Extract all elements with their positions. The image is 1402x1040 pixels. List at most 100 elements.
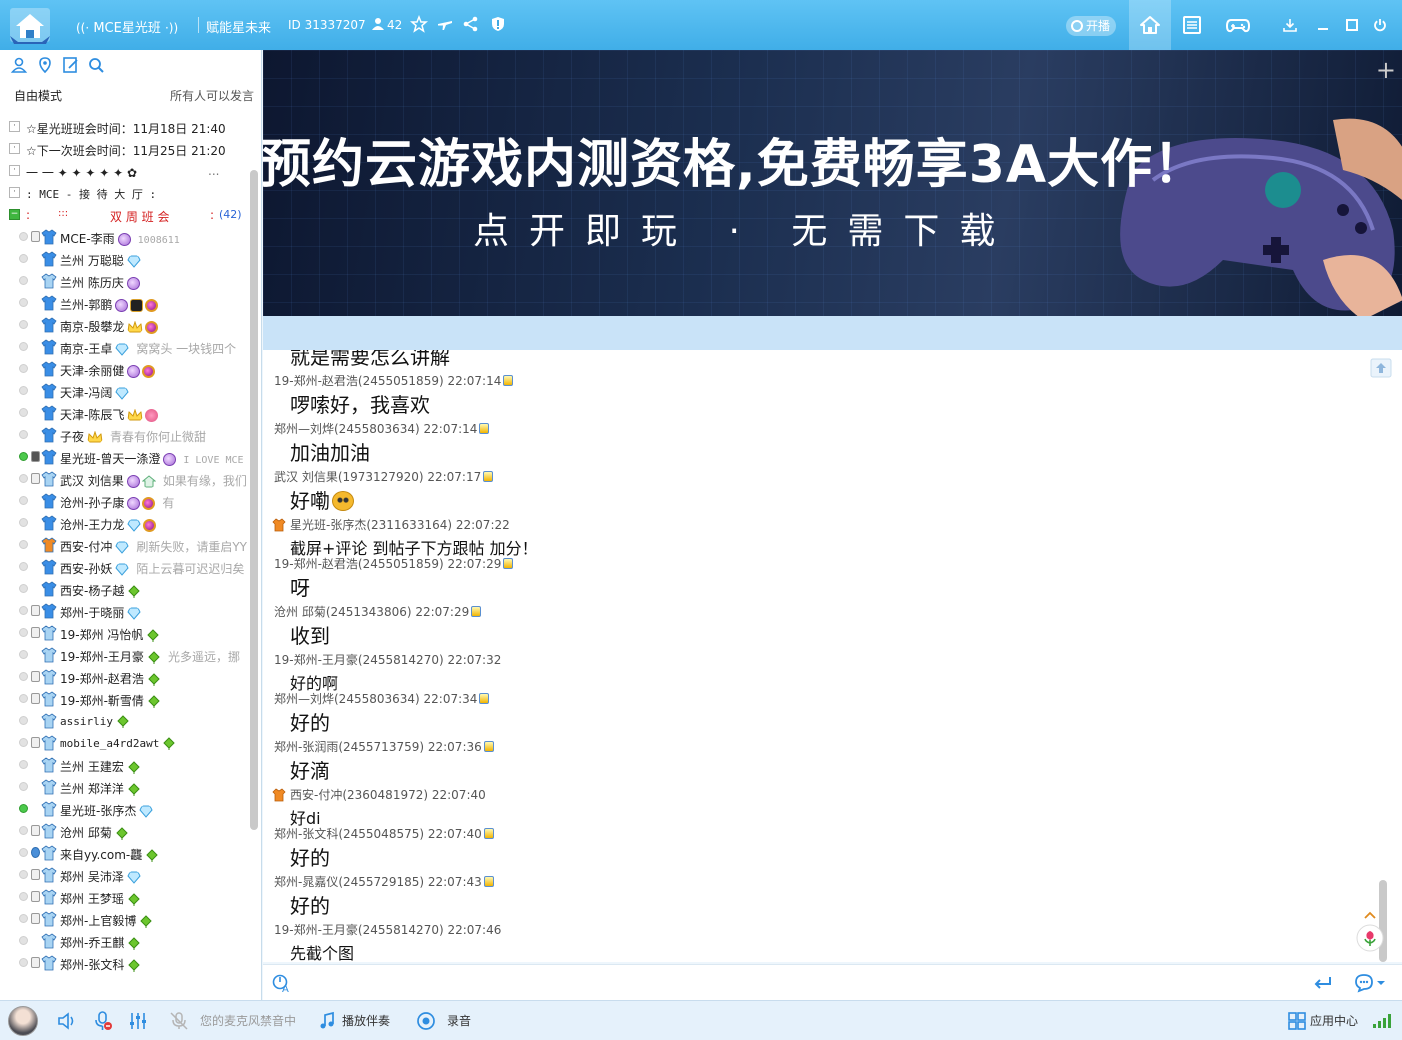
user-list-item[interactable]: 沧州 邱菊	[0, 820, 250, 842]
app-center-button[interactable]: 应用中心	[1310, 1012, 1358, 1029]
user-list-item[interactable]: 兰州 郑洋洋	[0, 776, 250, 798]
collapse-toggle[interactable]: −	[9, 209, 20, 220]
private-message-icon[interactable]	[471, 606, 482, 617]
tree-notice-row[interactable]: · 一 一 ✦ ✦ ✦ ✦ ✦ ✿ ...	[0, 160, 250, 182]
user-list-item[interactable]: 武汉 刘信果 如果有缘，我们	[0, 468, 250, 490]
user-list-item[interactable]: 天津-陈辰飞	[0, 402, 250, 424]
private-message-icon[interactable]	[483, 828, 494, 839]
chat-message-header[interactable]: 郑州—刘烨(2455803634) 22:07:34	[274, 690, 490, 707]
edit-notice-icon[interactable]	[62, 56, 80, 74]
shield-icon[interactable]	[489, 15, 507, 33]
share-icon[interactable]	[462, 15, 480, 33]
maximize-icon[interactable]	[1345, 18, 1359, 32]
user-list-item[interactable]: 郑州-张文科	[0, 952, 250, 974]
user-list-item[interactable]: 沧州-王力龙	[0, 512, 250, 534]
private-message-icon[interactable]	[503, 558, 514, 569]
chat-message-header[interactable]: 郑州-张文科(2455048575) 22:07:40	[274, 825, 494, 842]
tree-scrollbar[interactable]	[250, 170, 258, 830]
chat-message-header[interactable]: 星光班-张序杰(2311633164) 22:07:22	[290, 516, 510, 533]
search-icon[interactable]	[87, 56, 105, 74]
user-list-item[interactable]: 兰州-郭鹏	[0, 292, 250, 314]
user-list-item[interactable]: 19-郑州 冯怡帆	[0, 622, 250, 644]
user-list-item[interactable]: 郑州-上官毅博	[0, 908, 250, 930]
user-list-item[interactable]: mobile_a4rd2awt	[0, 732, 250, 754]
private-message-icon[interactable]	[483, 876, 494, 887]
record-icon[interactable]	[416, 1011, 436, 1031]
expand-toggle[interactable]: ·	[9, 143, 20, 154]
tree-channel-lobby[interactable]: · : MCE - 接 待 大 厅 :	[0, 182, 250, 204]
close-icon[interactable]	[1373, 18, 1387, 32]
user-list-item[interactable]: 子夜 青春有你何止微甜	[0, 424, 250, 446]
minimize-icon[interactable]	[1316, 18, 1330, 32]
text-style-icon[interactable]: A	[271, 973, 291, 993]
channel-logo-icon[interactable]	[6, 6, 54, 46]
user-list-item[interactable]: 兰州 陈历庆	[0, 270, 250, 292]
tree-notice-row[interactable]: · ☆下一次班会时间：11月25日 21:20	[0, 138, 250, 160]
chat-message-header[interactable]: 19-郑州-王月豪(2455814270) 22:07:32	[274, 651, 501, 668]
private-message-icon[interactable]	[483, 471, 494, 482]
send-enter-icon[interactable]	[1313, 975, 1333, 991]
user-list-item[interactable]: 西安-孙妖 陌上云暮可迟迟归矣	[0, 556, 250, 578]
tree-channel-active[interactable]: − : ::: 双 周 班 会 : (42)	[0, 204, 250, 226]
tree-notice-row[interactable]: · ☆星光班班会时间：11月18日 21:40	[0, 116, 250, 138]
speak-mode-label[interactable]: 自由模式	[14, 87, 62, 104]
private-message-icon[interactable]	[483, 741, 494, 752]
user-list-item[interactable]: 郑州-于晓丽	[0, 600, 250, 622]
user-list-item[interactable]: 天津-余丽健	[0, 358, 250, 380]
user-list-item[interactable]: 天津-冯阔	[0, 380, 250, 402]
user-list-item[interactable]: 19-郑州-靳雪倩	[0, 688, 250, 710]
user-avatar[interactable]	[8, 1006, 38, 1036]
user-list-item[interactable]: 郑州 王梦瑶	[0, 886, 250, 908]
chat-message-header[interactable]: 19-郑州-赵君浩(2455051859) 22:07:14	[274, 372, 514, 389]
chat-message-header[interactable]: 郑州-张润雨(2455713759) 22:07:36	[274, 738, 494, 755]
location-pin-icon[interactable]	[36, 56, 54, 74]
app-grid-icon[interactable]	[1288, 1012, 1306, 1030]
user-list-item[interactable]: 西安-付冲 刷新失败，请重启YY	[0, 534, 250, 556]
private-message-icon[interactable]	[479, 693, 490, 704]
expand-toggle[interactable]: ·	[9, 165, 20, 176]
mic-muted-icon[interactable]	[93, 1010, 113, 1032]
expand-toggle[interactable]: ·	[9, 121, 20, 132]
private-message-icon[interactable]	[503, 375, 514, 386]
chat-message-header[interactable]: 19-郑州-王月豪(2455814270) 22:07:46	[274, 921, 501, 938]
user-list-item[interactable]: 星光班-张序杰	[0, 798, 250, 820]
channel-name[interactable]: ((· MCE星光班 ·))	[76, 17, 178, 36]
speaker-volume-icon[interactable]	[56, 1011, 76, 1031]
user-list-item[interactable]: MCE-李雨 1008611	[0, 226, 250, 248]
user-list-item[interactable]: 南京-殷攀龙	[0, 314, 250, 336]
scroll-top-icon[interactable]	[1370, 358, 1392, 378]
user-list-item[interactable]: 兰州 王建宏	[0, 754, 250, 776]
audio-mixer-icon[interactable]	[128, 1011, 148, 1031]
chat-input-bar[interactable]: A	[263, 964, 1402, 1000]
user-list-item[interactable]: 19-郑州-赵君浩	[0, 666, 250, 688]
chat-message-header[interactable]: 19-郑州-赵君浩(2455051859) 22:07:29	[274, 555, 514, 572]
user-list-item[interactable]: 郑州 吴沛泽	[0, 864, 250, 886]
user-list-item[interactable]: 兰州 万聪聪	[0, 248, 250, 270]
chat-message-header[interactable]: 郑州-晁嘉仪(2455729185) 22:07:43	[274, 873, 494, 890]
chat-bubble-menu-icon[interactable]	[1353, 973, 1387, 993]
collapse-up-icon[interactable]	[1363, 910, 1377, 920]
music-note-icon[interactable]	[318, 1011, 336, 1031]
banner-add-icon[interactable]: +	[1376, 56, 1396, 84]
download-icon[interactable]	[1283, 18, 1297, 32]
user-profile-icon[interactable]	[10, 56, 28, 74]
user-list-item[interactable]: 沧州-孙子康 有	[0, 490, 250, 512]
user-list-item[interactable]: 来自yy.com-龘	[0, 842, 250, 864]
user-list-item[interactable]: 星光班-曾天一涤澄 I LOVE MCE	[0, 446, 250, 468]
record-button[interactable]: 录音	[447, 1012, 471, 1029]
user-list-item[interactable]: assirliy	[0, 710, 250, 732]
user-list-item[interactable]: 郑州-乔王麒	[0, 930, 250, 952]
private-message-icon[interactable]	[479, 423, 490, 434]
chat-message-header[interactable]: 西安-付冲(2360481972) 22:07:40	[290, 786, 486, 803]
list-icon[interactable]	[1181, 14, 1203, 36]
chat-message-header[interactable]: 沧州 邱菊(2451343806) 22:07:29	[274, 603, 482, 620]
favorite-star-icon[interactable]	[410, 15, 428, 33]
airplane-icon[interactable]	[436, 15, 454, 33]
play-accompaniment-button[interactable]: 播放伴奏	[342, 1012, 390, 1029]
gamepad-icon[interactable]	[1226, 14, 1250, 36]
expand-toggle[interactable]: ·	[9, 187, 20, 198]
user-list-item[interactable]: 19-郑州-王月豪 光多遥远，挪	[0, 644, 250, 666]
user-list-item[interactable]: 南京-王卓 窝窝头 一块钱四个	[0, 336, 250, 358]
home-tab[interactable]	[1129, 0, 1171, 50]
go-live-button[interactable]: 开播	[1066, 16, 1116, 36]
